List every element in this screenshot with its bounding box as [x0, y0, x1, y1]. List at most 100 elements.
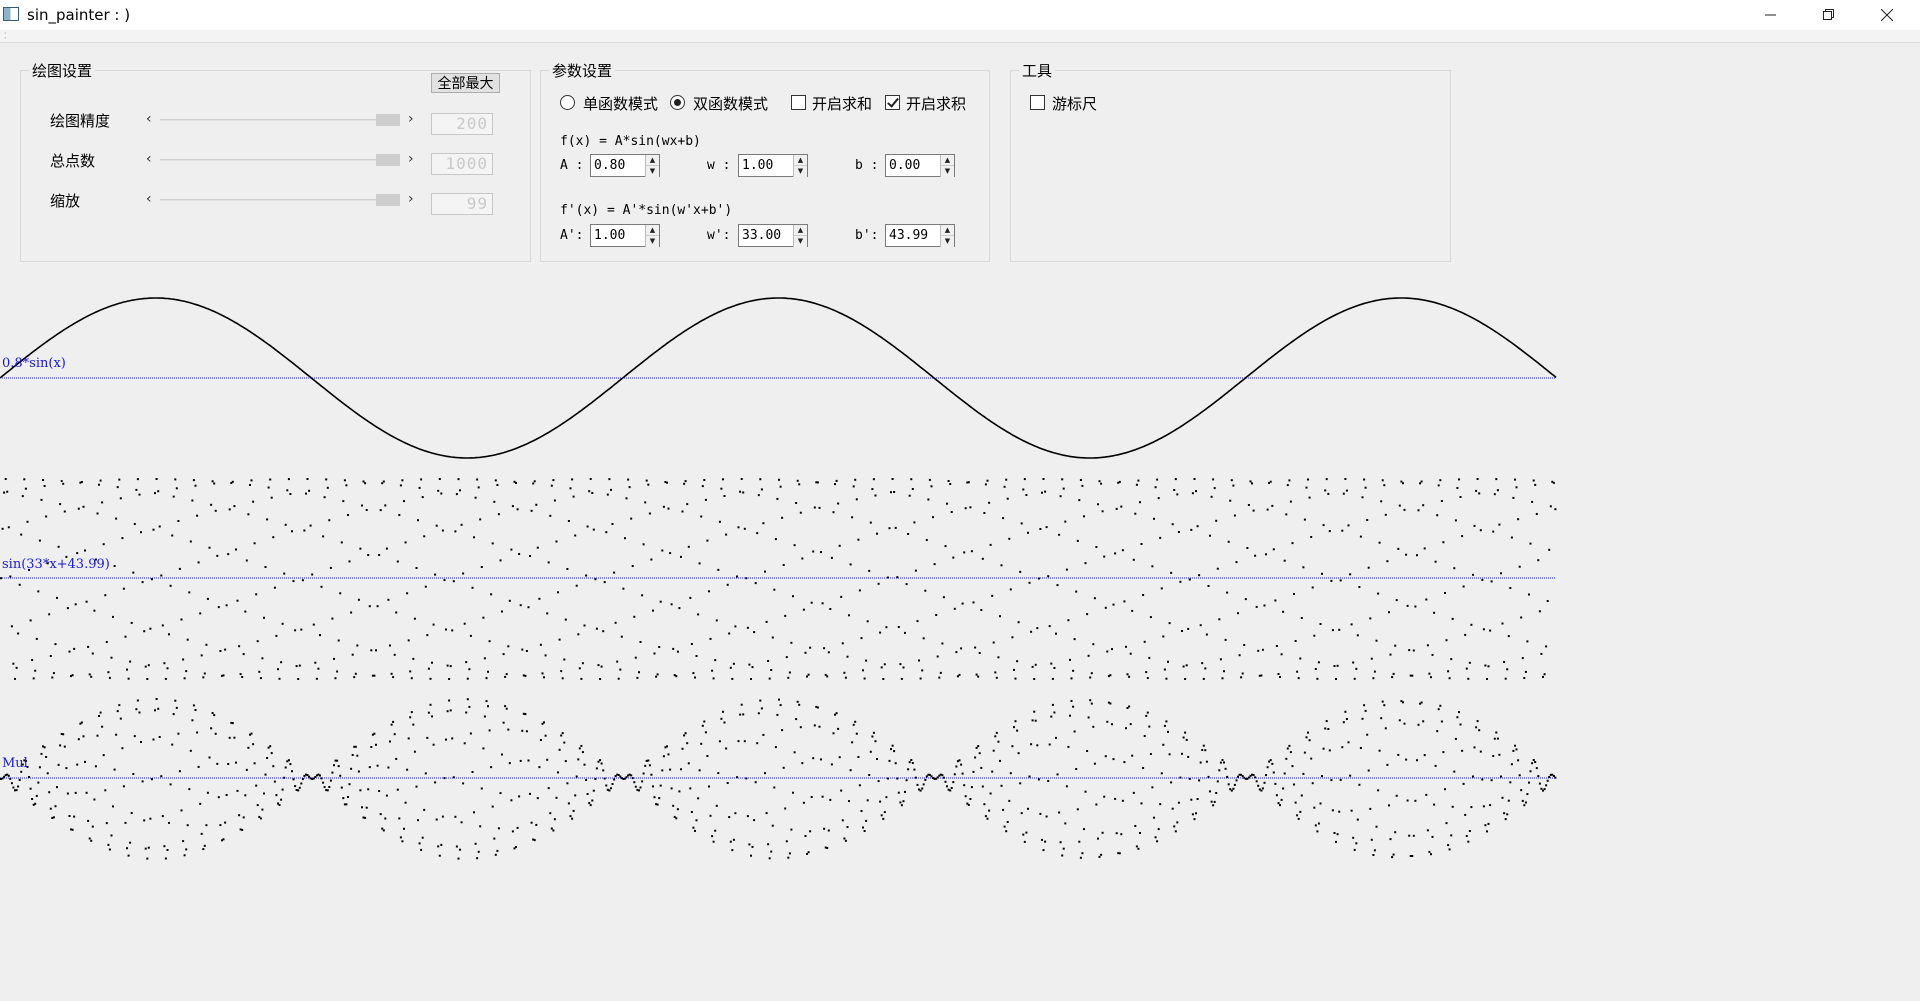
close-button[interactable] [1858, 0, 1916, 30]
fp-w-value[interactable]: 33.00 [742, 228, 781, 243]
minimize-button[interactable] [1742, 0, 1800, 30]
data-point [960, 763, 963, 766]
data-point [1090, 702, 1093, 705]
data-point [224, 821, 227, 824]
spin-down-icon[interactable]: ▼ [645, 166, 659, 177]
data-point [314, 661, 317, 664]
spin-up-icon[interactable]: ▲ [645, 155, 659, 166]
product-checkbox[interactable] [885, 95, 900, 110]
data-point [289, 763, 292, 766]
data-point [1543, 673, 1546, 676]
data-point [149, 627, 152, 630]
f-a-value[interactable]: 0.80 [594, 158, 625, 173]
slider-left-arrow-icon[interactable]: ‹ [146, 151, 152, 167]
spin-down-icon[interactable]: ▼ [793, 236, 807, 247]
data-point [586, 525, 589, 528]
data-point [610, 488, 612, 491]
data-point [225, 794, 228, 796]
data-point [1034, 663, 1037, 666]
max-all-button[interactable]: 全部最大 [431, 73, 500, 93]
data-point [942, 776, 945, 779]
spin-up-icon[interactable]: ▲ [940, 225, 954, 236]
vernier-checkbox[interactable] [1030, 95, 1045, 110]
data-point [375, 743, 377, 746]
slider-thumb[interactable] [376, 194, 400, 206]
data-point [1445, 822, 1448, 825]
slider-thumb[interactable] [376, 114, 400, 126]
slider-left-arrow-icon[interactable]: ‹ [146, 191, 152, 207]
fp-a-spinbox[interactable]: 1.00 ▲ ▼ [590, 224, 660, 247]
data-point [700, 742, 703, 745]
spin-up-icon[interactable]: ▲ [645, 225, 659, 236]
data-point [395, 611, 398, 614]
data-point [594, 778, 597, 780]
data-point [429, 677, 432, 680]
spin-down-icon[interactable]: ▼ [940, 236, 954, 247]
f-w-value[interactable]: 1.00 [742, 158, 773, 173]
fp-w-spinbox[interactable]: 33.00 ▲ ▼ [738, 224, 808, 247]
data-point [1056, 773, 1059, 776]
data-point [1265, 774, 1267, 777]
slider-left-arrow-icon[interactable]: ‹ [146, 111, 152, 127]
data-point [633, 781, 636, 784]
data-point [376, 764, 379, 767]
spin-up-icon[interactable]: ▲ [793, 225, 807, 236]
data-point [1008, 799, 1011, 802]
data-point [171, 534, 174, 537]
f-b-spinbox[interactable]: 0.00 ▲ ▼ [885, 154, 955, 177]
spin-down-icon[interactable]: ▼ [645, 236, 659, 247]
spin-down-icon[interactable]: ▼ [793, 166, 807, 177]
data-point [1347, 524, 1350, 527]
data-point [1263, 604, 1266, 607]
data-point [367, 554, 370, 556]
data-point [1257, 784, 1260, 787]
spin-down-icon[interactable]: ▼ [940, 166, 954, 177]
spin-up-icon[interactable]: ▲ [793, 155, 807, 166]
data-point [704, 731, 707, 734]
vernier-label[interactable]: 游标尺 [1052, 93, 1097, 114]
data-point [182, 658, 185, 661]
product-label[interactable]: 开启求积 [906, 93, 966, 114]
data-point [1546, 779, 1549, 782]
restore-button[interactable] [1800, 0, 1858, 30]
total-points-slider[interactable]: ‹ › [146, 151, 416, 168]
data-point [144, 847, 147, 850]
single-mode-label[interactable]: 单函数模式 [583, 93, 658, 114]
spin-up-icon[interactable]: ▲ [940, 155, 954, 166]
sum-checkbox[interactable] [791, 95, 806, 110]
slider-right-arrow-icon[interactable]: › [408, 151, 414, 167]
data-point [390, 723, 393, 726]
data-point [434, 573, 437, 576]
double-mode-radio[interactable] [670, 95, 685, 110]
data-point [655, 675, 658, 678]
data-point [157, 490, 160, 493]
f-a-spinbox[interactable]: 0.80 ▲ ▼ [590, 154, 660, 177]
fp-b-spinbox[interactable]: 43.99 ▲ ▼ [885, 224, 955, 247]
data-point [589, 478, 592, 480]
data-point [1215, 792, 1218, 794]
data-point [130, 621, 133, 624]
slider-right-arrow-icon[interactable]: › [408, 111, 414, 127]
data-point [164, 677, 167, 680]
data-point [823, 647, 826, 650]
data-point [423, 535, 426, 538]
slider-right-arrow-icon[interactable]: › [408, 191, 414, 207]
data-point [164, 857, 167, 860]
f-b-value[interactable]: 0.00 [889, 158, 920, 173]
data-point [796, 700, 799, 703]
f-w-spinbox[interactable]: 1.00 ▲ ▼ [738, 154, 808, 177]
data-point [1478, 492, 1481, 495]
sum-label[interactable]: 开启求和 [812, 93, 872, 114]
slider-thumb[interactable] [376, 154, 400, 166]
data-point [403, 827, 405, 830]
data-point [689, 787, 692, 790]
data-point [242, 653, 245, 656]
data-point [323, 496, 326, 499]
data-point [946, 785, 948, 788]
fp-b-value[interactable]: 43.99 [889, 228, 928, 243]
double-mode-label[interactable]: 双函数模式 [693, 93, 768, 114]
single-mode-radio[interactable] [560, 95, 575, 110]
zoom-slider[interactable]: ‹ › [146, 191, 416, 208]
fp-a-value[interactable]: 1.00 [594, 228, 625, 243]
precision-slider[interactable]: ‹ › [146, 111, 416, 128]
